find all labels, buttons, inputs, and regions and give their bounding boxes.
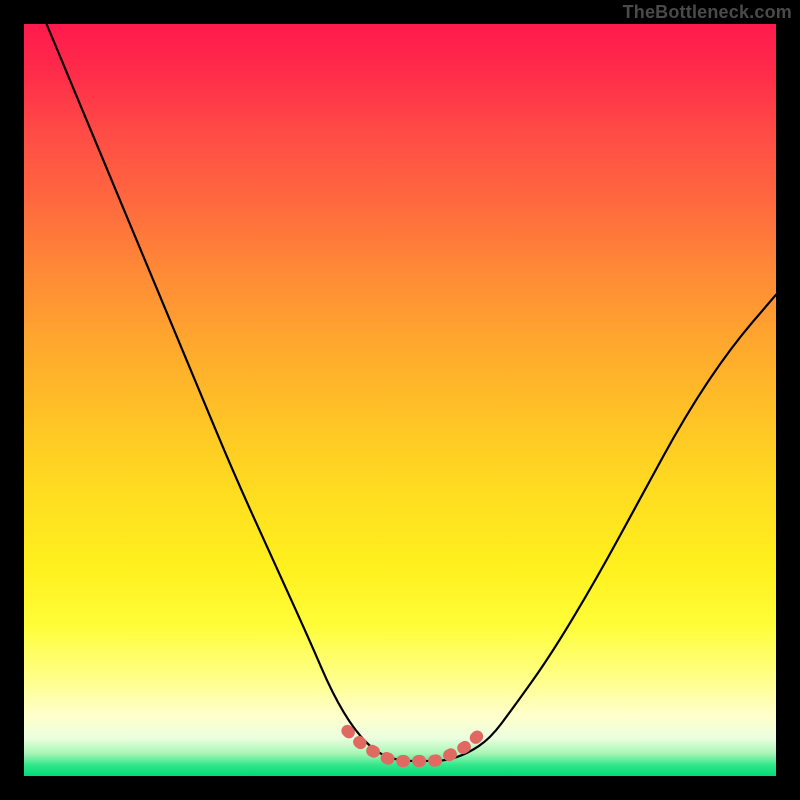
highlight-dots — [347, 731, 482, 761]
watermark-text: TheBottleneck.com — [623, 2, 792, 23]
chart-svg — [24, 24, 776, 776]
bottleneck-curve — [47, 24, 776, 761]
plot-area — [24, 24, 776, 776]
